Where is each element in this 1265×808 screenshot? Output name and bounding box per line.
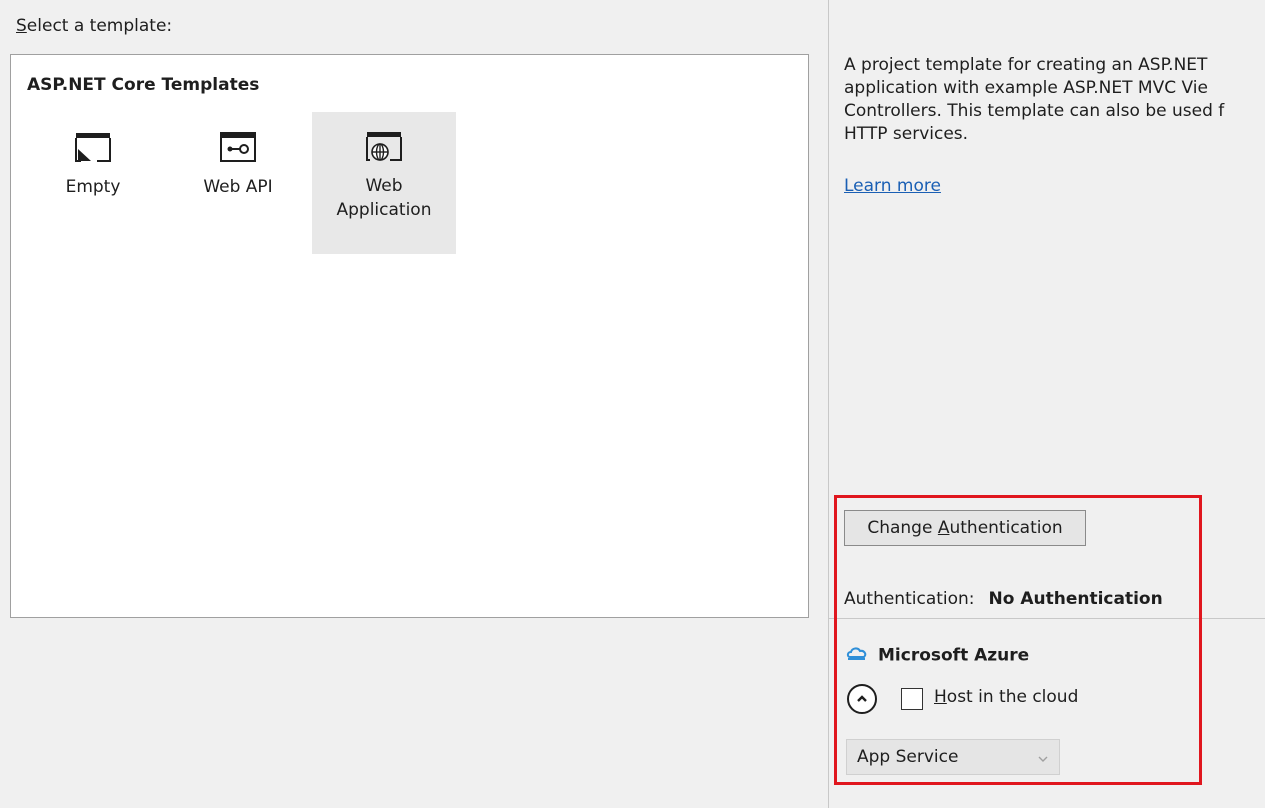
chevron-down-icon (1037, 750, 1049, 770)
web-application-template-icon (364, 130, 404, 164)
templates-group-title: ASP.NET Core Templates (27, 75, 260, 95)
app-service-select-value: App Service (857, 747, 959, 767)
template-web-api[interactable]: Web API (166, 113, 310, 255)
empty-template-icon (73, 131, 113, 165)
collapse-azure-button[interactable] (847, 684, 877, 714)
template-web-application-label: Web Application (336, 176, 432, 220)
azure-cloud-icon (846, 645, 868, 666)
web-api-template-icon (218, 131, 258, 165)
change-authentication-button[interactable]: Change Authentication (844, 510, 1086, 546)
azure-section-title: Microsoft Azure (846, 645, 1029, 666)
host-in-cloud-checkbox[interactable] (901, 688, 923, 710)
template-empty[interactable]: Empty (21, 113, 165, 255)
select-template-label: Select a template: (16, 16, 173, 36)
app-service-select[interactable]: App Service (846, 739, 1060, 775)
learn-more-link[interactable]: Learn more (844, 176, 941, 196)
chevron-up-icon (857, 695, 867, 702)
template-web-application[interactable]: Web Application (312, 112, 456, 254)
templates-panel: ASP.NET Core Templates Empty Web API Web… (10, 54, 809, 618)
template-empty-label: Empty (65, 177, 121, 197)
template-web-api-label: Web API (203, 177, 273, 197)
authentication-value: No Authentication (988, 589, 1163, 609)
template-description: A project template for creating an ASP.N… (844, 55, 1225, 144)
authentication-row: Authentication: No Authentication (844, 589, 1163, 609)
host-in-cloud-label[interactable]: Host in the cloud (934, 687, 1078, 707)
vertical-divider (828, 0, 829, 808)
authentication-label: Authentication: (844, 589, 975, 609)
